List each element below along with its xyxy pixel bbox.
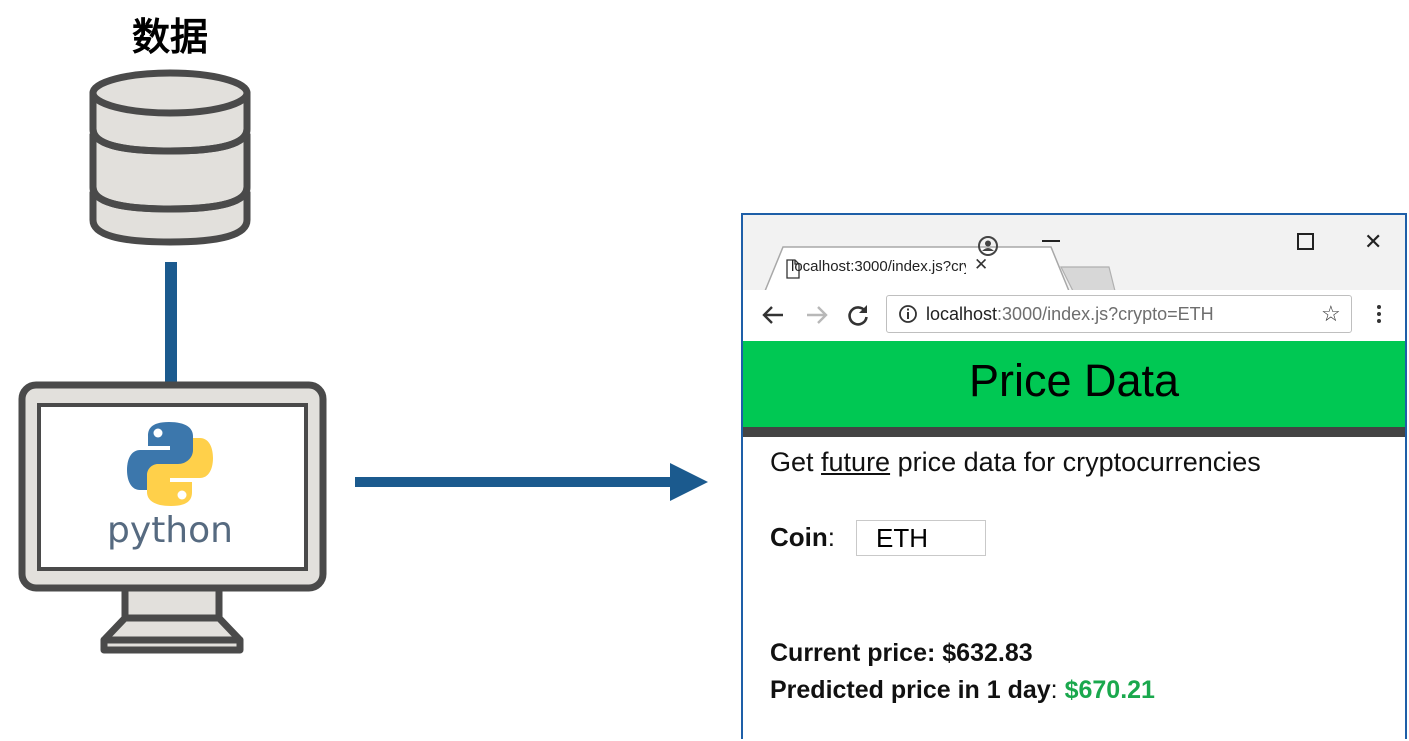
python-label: python — [107, 510, 233, 551]
vertical-connector — [165, 262, 177, 384]
arrow-right-icon — [355, 463, 708, 501]
url-text: localhost:3000/index.js?crypto=ETH — [926, 304, 1214, 325]
back-icon[interactable] — [761, 304, 785, 326]
browser-window: localhost:3000/index.js?crypto=ETH ✕ ✕ l… — [741, 213, 1407, 739]
maximize-icon[interactable] — [1297, 233, 1314, 250]
tagline-after: price data for cryptocurrencies — [890, 447, 1261, 477]
tagline-link[interactable]: future — [821, 447, 890, 477]
current-price-label: Current price: — [770, 639, 943, 667]
tab-title: localhost:3000/index.js?crypto=ETH — [791, 258, 966, 275]
current-price-value: $632.83 — [942, 639, 1033, 667]
predicted-value: $670.21 — [1064, 676, 1155, 704]
tagline-before: Get — [770, 447, 822, 477]
current-price: Current price: $632.83 — [770, 639, 1033, 668]
account-icon[interactable] — [977, 235, 999, 257]
window-close-icon[interactable]: ✕ — [1364, 229, 1382, 255]
url-host: localhost — [926, 304, 998, 324]
page-title: Price Data — [968, 355, 1180, 406]
database-icon — [89, 69, 251, 246]
reload-icon[interactable] — [846, 303, 870, 327]
close-icon[interactable]: ✕ — [974, 255, 988, 275]
python-logo-icon — [127, 422, 213, 506]
coin-row: Coin: — [770, 522, 835, 553]
minimize-icon[interactable] — [1042, 240, 1060, 242]
data-title: 数据 — [131, 15, 208, 59]
star-icon[interactable]: ☆ — [1321, 301, 1341, 327]
predicted-separator: : — [1050, 676, 1065, 704]
predicted-price: Predicted price in 1 day: $670.21 — [770, 676, 1155, 705]
coin-input[interactable]: ETH — [856, 520, 986, 556]
url-path: :3000/index.js?crypto=ETH — [997, 304, 1214, 324]
coin-label: Coin — [770, 522, 828, 552]
menu-icon[interactable] — [1377, 305, 1381, 323]
tagline: Get future price data for cryptocurrenci… — [770, 447, 1261, 478]
predicted-label: Predicted price in 1 day — [770, 676, 1051, 704]
forward-icon[interactable] — [805, 304, 829, 326]
info-icon[interactable] — [898, 304, 918, 324]
coin-separator: : — [827, 522, 835, 552]
